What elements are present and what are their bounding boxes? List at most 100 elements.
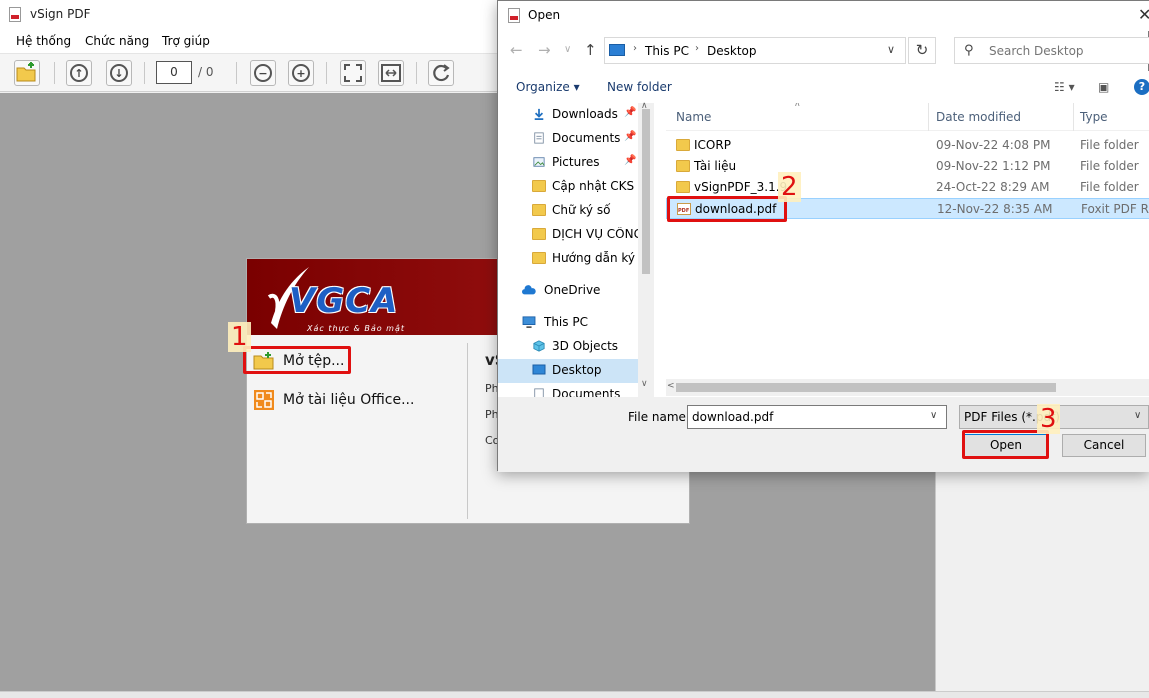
fit-width-button[interactable]	[378, 60, 404, 86]
breadcrumb-desktop[interactable]: Desktop	[707, 44, 757, 58]
pdf-file-icon	[677, 203, 691, 215]
new-folder-button[interactable]: New folder	[607, 80, 672, 94]
file-row[interactable]: vSignPDF_3.1.9 24-Oct-22 8:29 AM File fo…	[666, 177, 1149, 198]
pin-icon: 📌	[624, 131, 637, 142]
open-office-link[interactable]: Mở tài liệu Office...	[253, 387, 414, 413]
refresh-button[interactable]: ↻	[908, 37, 936, 64]
nav-item-folder[interactable]: DỊCH VỤ CÔNG	[498, 223, 638, 247]
open-file-link[interactable]: Mở tệp...	[253, 348, 344, 374]
file-type: File folder	[1080, 138, 1139, 152]
documents-icon	[534, 132, 544, 144]
close-icon[interactable]: ✕	[1138, 5, 1149, 24]
nav-item-folder[interactable]: Hướng dẫn ký ch	[498, 247, 638, 271]
recent-locations-chevron-icon[interactable]: ∨	[564, 44, 571, 55]
vgca-logo: VGCA Xác thực & Bảo mật	[257, 263, 407, 333]
nav-label: Cập nhật CKS lên	[552, 179, 638, 193]
search-box[interactable]: ⚲	[954, 37, 1149, 64]
file-row[interactable]: ICORP 09-Nov-22 4:08 PM File folder	[666, 135, 1149, 156]
file-row[interactable]: Tài liệu 09-Nov-22 1:12 PM File folder	[666, 156, 1149, 177]
organize-button[interactable]: Organize ▾	[516, 80, 580, 94]
nav-label: Chữ ký số	[552, 203, 611, 217]
nav-item-this-pc[interactable]: This PC	[498, 311, 638, 335]
nav-label: Hướng dẫn ký ch	[552, 251, 638, 265]
nav-item-documents[interactable]: Documents	[498, 383, 638, 397]
cube-icon	[533, 340, 545, 352]
rotate-button[interactable]	[428, 60, 454, 86]
nav-item-documents[interactable]: Documents 📌	[498, 127, 638, 151]
minus-icon: −	[254, 64, 272, 82]
column-type[interactable]: Type	[1080, 110, 1108, 124]
zoom-out-button[interactable]: −	[250, 60, 276, 86]
toolbar-separator	[236, 62, 237, 84]
sort-ascending-icon: ∧	[794, 103, 801, 109]
open-folder-icon	[253, 352, 274, 370]
address-bar[interactable]: › This PC › Desktop ∨	[604, 37, 906, 64]
nav-label: OneDrive	[544, 283, 601, 297]
search-icon: ⚲	[964, 43, 974, 58]
menu-tro-giup[interactable]: Trợ giúp	[162, 34, 210, 48]
file-name-value: download.pdf	[692, 410, 774, 424]
fit-page-button[interactable]	[340, 60, 366, 86]
plus-icon: +	[292, 64, 310, 82]
scroll-left-icon[interactable]: <	[667, 381, 675, 391]
column-divider[interactable]	[928, 103, 929, 131]
file-row-selected[interactable]: download.pdf 12-Nov-22 8:35 AM Foxit PDF…	[666, 198, 1149, 219]
scrollbar-thumb[interactable]	[642, 109, 650, 274]
open-button[interactable]: Open	[964, 434, 1048, 457]
column-date-modified[interactable]: Date modified	[936, 110, 1021, 124]
fit-page-icon	[344, 64, 362, 82]
next-page-button[interactable]: ↓	[106, 60, 132, 86]
nav-item-pictures[interactable]: Pictures 📌	[498, 151, 638, 175]
start-actions: Mở tệp... Mở tài liệu Office...	[247, 337, 467, 523]
forward-arrow-icon[interactable]: →	[538, 41, 551, 59]
nav-item-downloads[interactable]: Downloads 📌	[498, 103, 638, 127]
nav-pane-scrollbar[interactable]: ∧ ∨	[638, 101, 654, 397]
view-options-icon[interactable]: ☷ ▾	[1054, 80, 1075, 94]
scroll-down-icon[interactable]: ∨	[641, 379, 648, 389]
scrollbar-thumb[interactable]	[676, 383, 1056, 392]
previous-page-button[interactable]: ↑	[66, 60, 92, 86]
annotation-number-1: 1	[228, 322, 251, 352]
file-list: ∧ Name Date modified Type ICORP 09-Nov-2…	[666, 103, 1149, 397]
nav-item-folder[interactable]: Chữ ký số	[498, 199, 638, 223]
chevron-down-icon[interactable]: ∨	[887, 43, 895, 56]
arrow-up-icon: ↑	[70, 64, 88, 82]
folder-icon	[532, 204, 546, 216]
breadcrumb-this-pc[interactable]: This PC	[645, 44, 689, 58]
column-name[interactable]: Name	[676, 110, 711, 124]
nav-item-folder[interactable]: Cập nhật CKS lên	[498, 175, 638, 199]
nav-item-onedrive[interactable]: OneDrive	[498, 279, 638, 303]
nav-item-3d-objects[interactable]: 3D Objects	[498, 335, 638, 359]
nav-label: Documents	[552, 387, 621, 397]
search-input[interactable]	[989, 43, 1149, 59]
chevron-down-icon[interactable]: ∨	[1134, 410, 1141, 421]
file-date: 09-Nov-22 4:08 PM	[936, 138, 1051, 152]
nav-item-desktop[interactable]: Desktop	[498, 359, 638, 383]
file-name-input[interactable]: download.pdf ∨	[687, 405, 947, 429]
menu-chuc-nang[interactable]: Chức năng	[85, 34, 149, 48]
open-folder-button[interactable]	[14, 60, 40, 86]
file-type: Foxit PDF Rea	[1081, 202, 1149, 216]
preview-pane-icon[interactable]: ▣	[1098, 80, 1109, 94]
menu-he-thong[interactable]: Hệ thống	[16, 34, 71, 48]
file-date: 12-Nov-22 8:35 AM	[937, 202, 1053, 216]
file-date: 24-Oct-22 8:29 AM	[936, 180, 1050, 194]
chevron-down-icon[interactable]: ∨	[930, 410, 937, 421]
page-number-input[interactable]: 0	[156, 61, 192, 84]
file-name: ICORP	[694, 138, 731, 152]
back-arrow-icon[interactable]: ←	[510, 41, 523, 59]
zoom-in-button[interactable]: +	[288, 60, 314, 86]
column-divider[interactable]	[1073, 103, 1074, 131]
desktop-icon	[532, 364, 546, 375]
cancel-button[interactable]: Cancel	[1062, 434, 1146, 457]
help-icon[interactable]: ?	[1134, 79, 1149, 95]
folder-icon	[532, 252, 546, 264]
nav-label: Downloads	[552, 107, 618, 121]
folder-icon	[676, 160, 690, 172]
arrow-down-icon: ↓	[110, 64, 128, 82]
nav-label: Desktop	[552, 363, 602, 377]
file-list-horizontal-scrollbar[interactable]: <	[666, 379, 1149, 396]
up-arrow-icon[interactable]: ↑	[584, 41, 597, 59]
file-name: Tài liệu	[694, 159, 737, 173]
nav-label: This PC	[544, 315, 588, 329]
